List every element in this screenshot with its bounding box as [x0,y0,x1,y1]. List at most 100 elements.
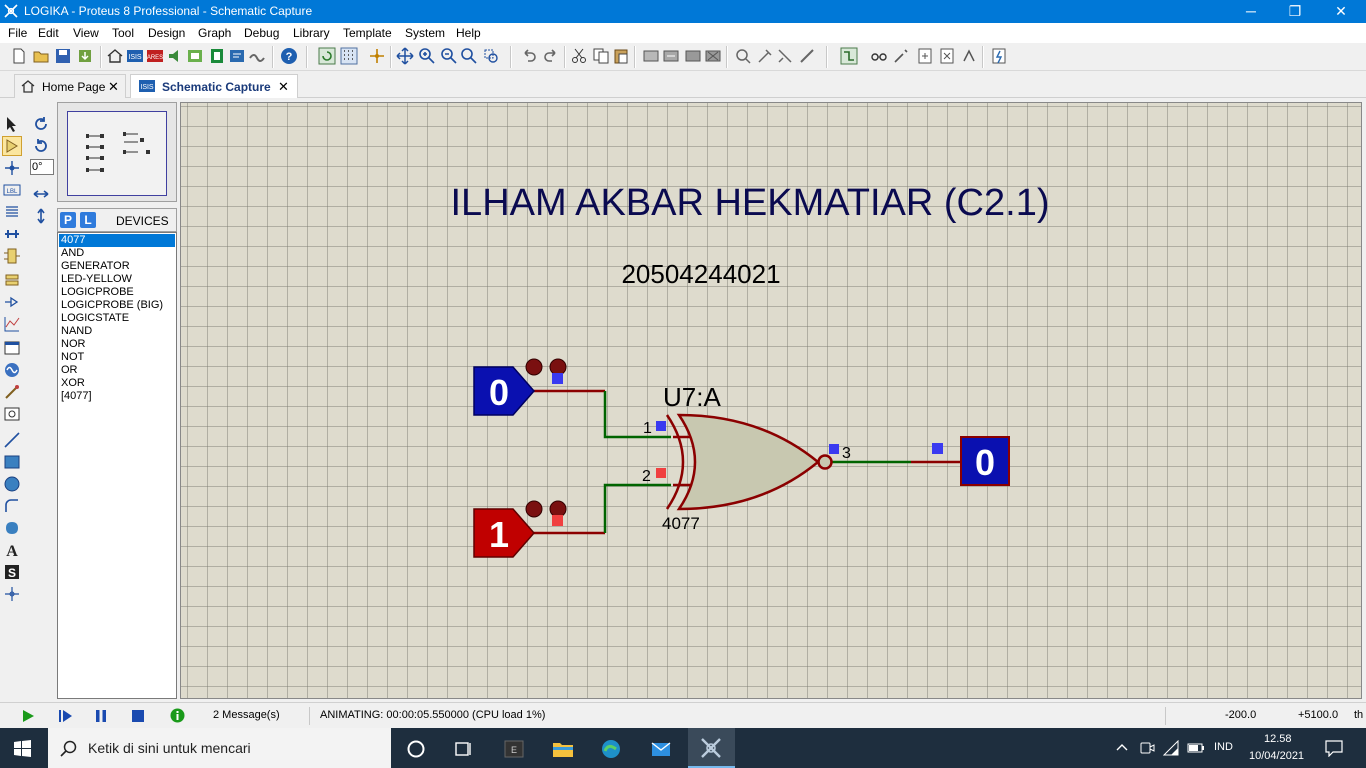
minimize-button[interactable]: ─ [1228,0,1274,23]
stop-icon[interactable] [130,708,146,724]
logicstate-input-a[interactable]: 0 [473,366,535,416]
undo-icon[interactable] [520,47,538,65]
device-list[interactable]: 4077 AND GENERATOR LED-YELLOW LOGICPROBE… [57,232,177,699]
close-window-button[interactable]: ✕ [1318,0,1364,23]
overview-viewport[interactable] [67,111,167,196]
decompose-icon[interactable] [798,47,816,65]
symbol-tool-icon[interactable]: S [3,563,21,581]
menu-debug[interactable]: Debug [244,26,279,40]
device-item[interactable]: LOGICPROBE [59,286,175,299]
zoom-area-icon[interactable] [482,47,500,65]
interactive-toggle-icon[interactable] [549,358,567,376]
junction-dot-icon[interactable] [3,159,21,177]
close-tab-icon[interactable]: ✕ [108,79,119,95]
source-code-icon[interactable] [228,47,246,65]
notification-center-icon[interactable] [1325,740,1343,757]
menu-file[interactable]: File [8,26,27,40]
grid-toggle-icon[interactable] [340,47,358,65]
schematic-canvas[interactable]: ILHAM AKBAR HEKMATIAR (C2.1) 20504244021… [180,102,1362,699]
device-item[interactable]: AND [59,247,175,260]
save-icon[interactable] [54,47,72,65]
rotation-angle-field[interactable]: 0° [30,159,54,175]
interactive-toggle-icon[interactable] [525,500,543,518]
zoom-all-icon[interactable] [460,47,478,65]
pick-devices-button[interactable]: P [60,212,76,228]
clock-time[interactable]: 12.58 [1264,733,1292,745]
taskbar-app-e-icon[interactable]: E [503,738,525,760]
tape-recorder-icon[interactable] [3,339,21,357]
box-tool-icon[interactable] [3,453,21,471]
device-item[interactable]: XOR [59,377,175,390]
edge-browser-icon[interactable] [600,738,622,760]
device-item[interactable]: 4077 [59,234,175,247]
maximize-button[interactable]: ❐ [1272,0,1318,23]
visual-designer-icon[interactable] [248,47,266,65]
logicstate-input-b[interactable]: 1 [473,508,535,558]
schematic-icon[interactable]: ISIS [126,47,144,65]
packaging-tool-icon[interactable] [776,47,794,65]
taskbar-search-box[interactable]: Ketik di sini untuk mencari [48,728,391,768]
voltage-probe-icon[interactable] [3,383,21,401]
menu-help[interactable]: Help [456,26,481,40]
block-copy-icon[interactable] [642,47,660,65]
path-tool-icon[interactable] [3,519,21,537]
rotate-clockwise-icon[interactable] [32,115,50,133]
terminals-mode-icon[interactable] [3,271,21,289]
import-icon[interactable] [76,47,94,65]
block-rotate-icon[interactable] [684,47,702,65]
block-move-icon[interactable] [662,47,680,65]
pcb-layout-icon[interactable]: ARES [146,47,164,65]
device-item[interactable]: NOT [59,351,175,364]
gerber-icon[interactable] [186,47,204,65]
device-item[interactable]: NOR [59,338,175,351]
arc-tool-icon[interactable] [3,497,21,515]
device-item[interactable]: NAND [59,325,175,338]
tab-home-page[interactable]: Home Page ✕ [14,74,126,98]
refresh-icon[interactable] [318,47,336,65]
device-item[interactable]: LED-YELLOW [59,273,175,286]
redo-icon[interactable] [542,47,560,65]
menu-library[interactable]: Library [293,26,330,40]
mirror-vertical-icon[interactable] [32,207,50,225]
make-device-icon[interactable] [756,47,774,65]
open-folder-icon[interactable] [32,47,50,65]
device-item[interactable]: LOGICSTATE [59,312,175,325]
input-language[interactable]: IND [1214,741,1233,753]
overview-window[interactable] [57,102,177,202]
device-item[interactable]: [4077] [59,390,175,403]
info-icon[interactable] [170,708,185,723]
origin-icon[interactable] [368,47,386,65]
property-tool-icon[interactable] [892,47,910,65]
pan-icon[interactable] [396,47,414,65]
mirror-horizontal-icon[interactable] [32,185,50,203]
pick-parts-icon[interactable] [734,47,752,65]
circle-tool-icon[interactable] [3,475,21,493]
meet-now-icon[interactable] [1139,740,1155,756]
remove-sheet-icon[interactable] [938,47,956,65]
tab-schematic-capture[interactable]: ISIS Schematic Capture ✕ [130,74,298,98]
windows-start-icon[interactable] [14,740,31,757]
block-delete-icon[interactable] [704,47,722,65]
xnor-gate-4077[interactable] [665,413,833,511]
mail-icon[interactable] [650,738,672,760]
subcircuit-icon[interactable] [3,247,21,265]
virtual-instruments-icon[interactable] [3,405,21,423]
electrical-rule-check-icon[interactable] [990,47,1008,65]
task-view-icon[interactable] [452,738,474,760]
device-item[interactable]: GENERATOR [59,260,175,273]
close-tab-icon[interactable]: ✕ [278,79,289,95]
paste-icon[interactable] [612,47,630,65]
graph-mode-icon[interactable] [3,315,21,333]
cut-icon[interactable] [570,47,588,65]
help-icon[interactable]: ? [280,47,298,65]
cortana-icon[interactable] [405,738,427,760]
speaker-icon[interactable] [166,47,184,65]
line-tool-icon[interactable] [3,431,21,449]
zoom-in-icon[interactable] [418,47,436,65]
chevron-up-icon[interactable] [1116,742,1128,754]
buses-icon[interactable] [3,225,21,243]
step-icon[interactable] [57,708,73,724]
rotate-anticlockwise-icon[interactable] [32,137,50,155]
device-item[interactable]: OR [59,364,175,377]
home-icon[interactable] [106,47,124,65]
